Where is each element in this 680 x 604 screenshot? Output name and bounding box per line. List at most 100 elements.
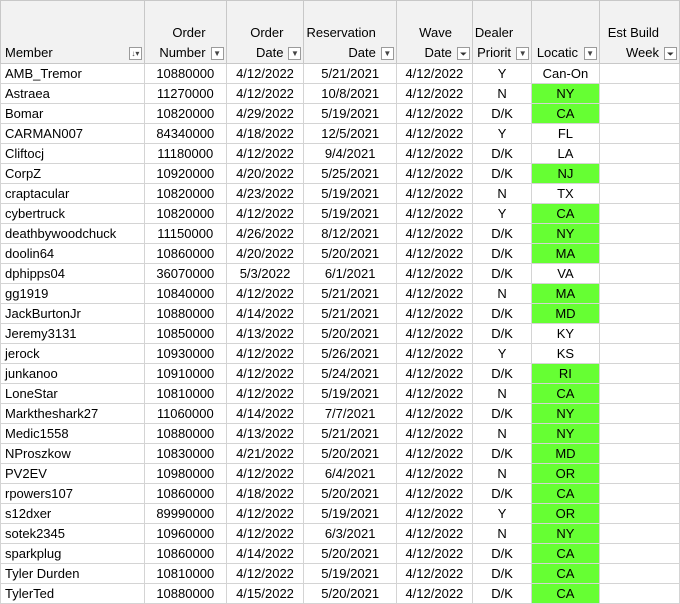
cell-reservation-date[interactable]: 10/8/2021 — [303, 83, 397, 104]
cell-member[interactable]: PV2EV — [0, 463, 145, 484]
cell-dealer-priority[interactable]: Y — [471, 503, 533, 524]
cell-order-date[interactable]: 4/14/2022 — [225, 303, 305, 324]
cell-location[interactable]: CA — [531, 543, 600, 564]
cell-dealer-priority[interactable]: D/K — [471, 103, 533, 124]
cell-dealer-priority[interactable]: D/K — [471, 263, 533, 284]
cell-est-build-week[interactable] — [598, 443, 680, 464]
cell-order-number[interactable]: 10820000 — [143, 103, 227, 124]
cell-wave-date[interactable]: 4/12/2022 — [395, 503, 473, 524]
cell-wave-date[interactable]: 4/12/2022 — [395, 563, 473, 584]
cell-wave-date[interactable]: 4/12/2022 — [395, 283, 473, 304]
cell-order-date[interactable]: 4/12/2022 — [225, 363, 305, 384]
cell-member[interactable]: cybertruck — [0, 203, 145, 224]
cell-member[interactable]: dphipps04 — [0, 263, 145, 284]
cell-location[interactable]: MD — [531, 303, 600, 324]
cell-member[interactable]: sotek2345 — [0, 523, 145, 544]
cell-order-date[interactable]: 4/29/2022 — [225, 103, 305, 124]
cell-reservation-date[interactable]: 5/21/2021 — [303, 63, 397, 84]
cell-order-date[interactable]: 4/12/2022 — [225, 503, 305, 524]
cell-order-number[interactable]: 10820000 — [143, 203, 227, 224]
cell-member[interactable]: Cliftocj — [0, 143, 145, 164]
cell-est-build-week[interactable] — [598, 103, 680, 124]
cell-location[interactable]: CA — [531, 203, 600, 224]
cell-wave-date[interactable]: 4/12/2022 — [395, 383, 473, 404]
cell-location[interactable]: RI — [531, 363, 600, 384]
cell-member[interactable]: Jeremy3131 — [0, 323, 145, 344]
dropdown-arrow-icon[interactable]: ▼ — [288, 47, 302, 60]
cell-location[interactable]: Can-On — [531, 63, 600, 84]
cell-location[interactable]: VA — [531, 263, 600, 284]
cell-order-date[interactable]: 4/12/2022 — [225, 383, 305, 404]
cell-member[interactable]: Astraea — [0, 83, 145, 104]
cell-order-date[interactable]: 4/12/2022 — [225, 143, 305, 164]
cell-order-number[interactable]: 84340000 — [143, 123, 227, 144]
cell-dealer-priority[interactable]: D/K — [471, 163, 533, 184]
cell-reservation-date[interactable]: 5/20/2021 — [303, 583, 397, 604]
cell-order-date[interactable]: 4/12/2022 — [225, 63, 305, 84]
cell-order-date[interactable]: 4/18/2022 — [225, 483, 305, 504]
cell-order-number[interactable]: 10810000 — [143, 563, 227, 584]
cell-dealer-priority[interactable]: Y — [471, 63, 533, 84]
cell-est-build-week[interactable] — [598, 583, 680, 604]
cell-wave-date[interactable]: 4/12/2022 — [395, 163, 473, 184]
cell-est-build-week[interactable] — [598, 163, 680, 184]
cell-location[interactable]: CA — [531, 583, 600, 604]
cell-wave-date[interactable]: 4/12/2022 — [395, 463, 473, 484]
cell-reservation-date[interactable]: 8/12/2021 — [303, 223, 397, 244]
cell-wave-date[interactable]: 4/12/2022 — [395, 243, 473, 264]
cell-reservation-date[interactable]: 9/4/2021 — [303, 143, 397, 164]
cell-dealer-priority[interactable]: Y — [471, 203, 533, 224]
cell-dealer-priority[interactable]: N — [471, 523, 533, 544]
cell-dealer-priority[interactable]: D/K — [471, 563, 533, 584]
cell-wave-date[interactable]: 4/12/2022 — [395, 543, 473, 564]
cell-order-number[interactable]: 10810000 — [143, 383, 227, 404]
cell-reservation-date[interactable]: 6/3/2021 — [303, 523, 397, 544]
cell-reservation-date[interactable]: 6/4/2021 — [303, 463, 397, 484]
cell-wave-date[interactable]: 4/12/2022 — [395, 303, 473, 324]
cell-order-date[interactable]: 4/18/2022 — [225, 123, 305, 144]
cell-member[interactable]: Tyler Durden — [0, 563, 145, 584]
cell-dealer-priority[interactable]: D/K — [471, 363, 533, 384]
cell-member[interactable]: CARMAN007 — [0, 123, 145, 144]
cell-est-build-week[interactable] — [598, 463, 680, 484]
cell-reservation-date[interactable]: 5/19/2021 — [303, 103, 397, 124]
cell-order-number[interactable]: 11150000 — [143, 223, 227, 244]
cell-location[interactable]: FL — [531, 123, 600, 144]
cell-member[interactable]: s12dxer — [0, 503, 145, 524]
cell-member[interactable]: gg1919 — [0, 283, 145, 304]
cell-member[interactable]: Medic1558 — [0, 423, 145, 444]
cell-order-number[interactable]: 89990000 — [143, 503, 227, 524]
cell-member[interactable]: CorpZ — [0, 163, 145, 184]
header-dealer-priority[interactable]: Dealer Priorit ▼ — [471, 0, 533, 64]
cell-order-date[interactable]: 4/15/2022 — [225, 583, 305, 604]
header-order-number[interactable]: Order Number ▼ — [143, 0, 227, 64]
dropdown-arrow-icon[interactable]: ▼ — [210, 47, 224, 60]
cell-location[interactable]: NY — [531, 403, 600, 424]
cell-wave-date[interactable]: 4/12/2022 — [395, 423, 473, 444]
cell-dealer-priority[interactable]: D/K — [471, 303, 533, 324]
cell-location[interactable]: CA — [531, 103, 600, 124]
dropdown-arrow-icon[interactable]: ▼ — [516, 47, 530, 60]
filter-active-icon[interactable]: ⏷ — [664, 47, 677, 60]
cell-order-number[interactable]: 10920000 — [143, 163, 227, 184]
cell-dealer-priority[interactable]: N — [471, 463, 533, 484]
cell-location[interactable]: MA — [531, 243, 600, 264]
cell-member[interactable]: NProszkow — [0, 443, 145, 464]
cell-member[interactable]: AMB_Tremor — [0, 63, 145, 84]
cell-est-build-week[interactable] — [598, 83, 680, 104]
cell-location[interactable]: NY — [531, 83, 600, 104]
cell-est-build-week[interactable] — [598, 503, 680, 524]
cell-member[interactable]: LoneStar — [0, 383, 145, 404]
cell-est-build-week[interactable] — [598, 483, 680, 504]
cell-reservation-date[interactable]: 6/1/2021 — [303, 263, 397, 284]
cell-location[interactable]: CA — [531, 483, 600, 504]
cell-order-date[interactable]: 4/23/2022 — [225, 183, 305, 204]
cell-location[interactable]: CA — [531, 383, 600, 404]
cell-order-date[interactable]: 4/21/2022 — [225, 443, 305, 464]
cell-dealer-priority[interactable]: D/K — [471, 583, 533, 604]
cell-location[interactable]: OR — [531, 503, 600, 524]
cell-wave-date[interactable]: 4/12/2022 — [395, 63, 473, 84]
cell-reservation-date[interactable]: 7/7/2021 — [303, 403, 397, 424]
cell-reservation-date[interactable]: 12/5/2021 — [303, 123, 397, 144]
cell-wave-date[interactable]: 4/12/2022 — [395, 103, 473, 124]
